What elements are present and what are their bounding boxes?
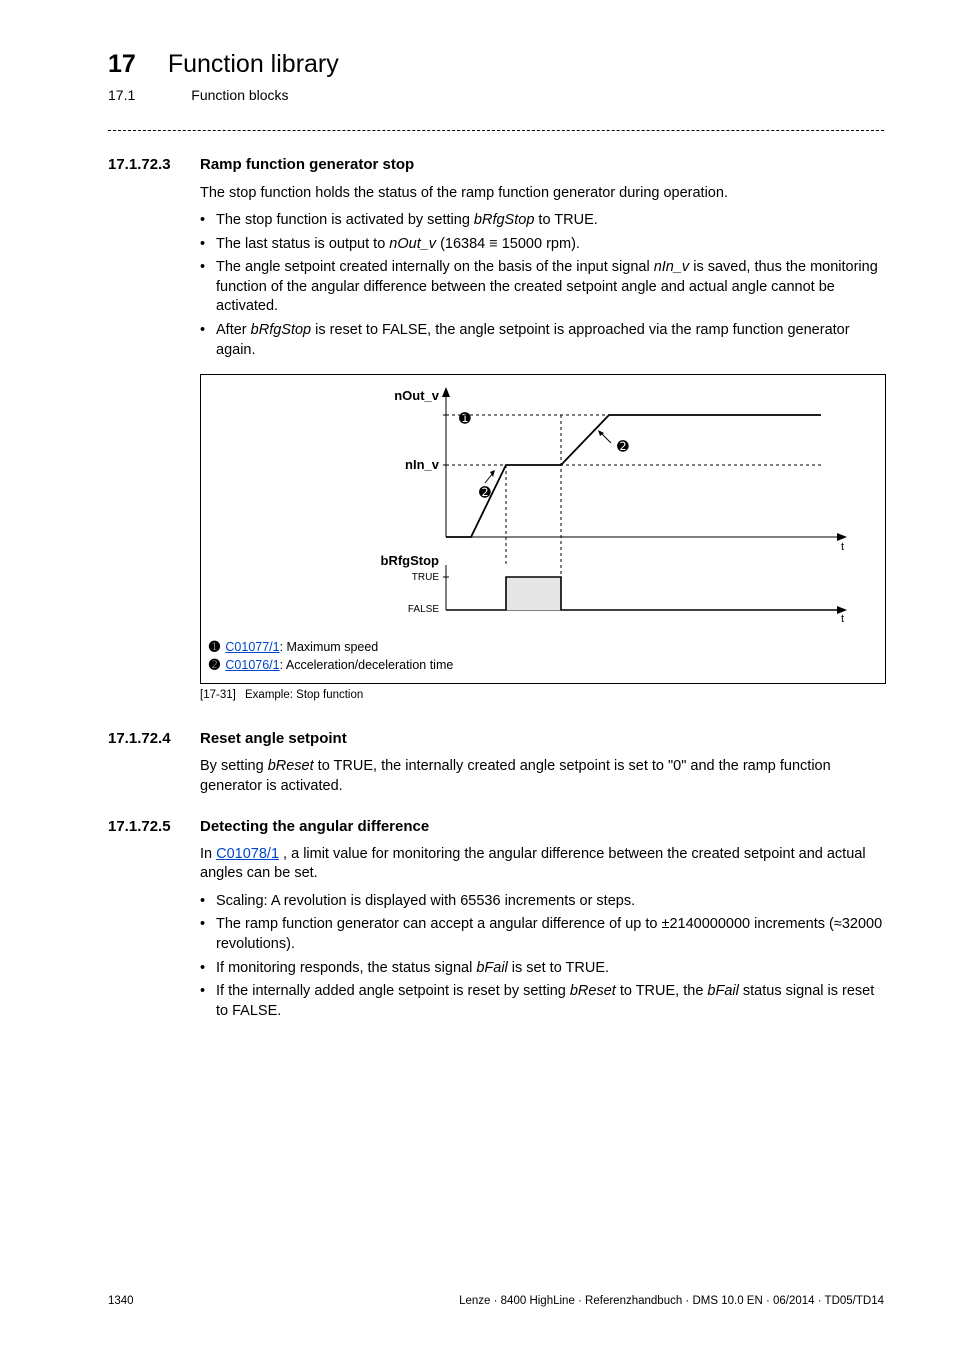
figure-legend: ➊ C01077/1: Maximum speed ➋ C01076/1: Ac… [201, 632, 885, 683]
figure-caption: [17-31] Example: Stop function [200, 688, 884, 704]
svg-text:➋: ➋ [617, 438, 629, 454]
list-item: After bRfgStop is reset to FALSE, the an… [200, 321, 884, 360]
svg-text:➋: ➋ [479, 484, 491, 500]
section-title: Function blocks [191, 86, 288, 105]
legend1-text: : Maximum speed [280, 640, 379, 654]
footer-meta: Lenze · 8400 HighLine · Referenzhandbuch… [459, 1294, 884, 1310]
legend-marker-1-icon: ➊ [209, 638, 220, 656]
label-true: TRUE [412, 572, 440, 583]
heading-number: 17.1.72.4 [108, 729, 200, 749]
page-number: 1340 [108, 1294, 134, 1310]
section1-body: The stop function holds the status of th… [200, 184, 884, 684]
stop-function-diagram: nOut_v t nIn_v ➊ ➋ [201, 375, 883, 625]
link-c01076[interactable]: C01076/1 [225, 658, 279, 672]
section1-intro: The stop function holds the status of th… [200, 184, 884, 204]
list-item: Scaling: A revolution is displayed with … [200, 892, 884, 912]
section-heading-2: 17.1.72.4 Reset angle setpoint [108, 729, 884, 749]
link-c01078[interactable]: C01078/1 [216, 846, 279, 862]
list-item: If the internally added angle setpoint i… [200, 982, 884, 1021]
section-heading-3: 17.1.72.5 Detecting the angular differen… [108, 817, 884, 837]
section-number: 17.1 [108, 86, 135, 105]
list-item: The ramp function generator can accept a… [200, 915, 884, 954]
link-c01077[interactable]: C01077/1 [225, 640, 279, 654]
axis-label-nin: nIn_v [405, 457, 440, 472]
list-item: If monitoring responds, the status signa… [200, 959, 884, 979]
axis-label-nout: nOut_v [394, 388, 440, 403]
marker-2b: ➋ [598, 430, 629, 454]
section3-list: Scaling: A revolution is displayed with … [200, 892, 884, 1021]
marker-1-icon: ➊ [459, 410, 471, 426]
marker-2a: ➋ [479, 470, 495, 500]
axis-label-t2: t [841, 613, 844, 625]
heading-title: Reset angle setpoint [200, 729, 347, 749]
section1-list: The stop function is activated by settin… [200, 211, 884, 360]
legend2-text: : Acceleration/deceleration time [280, 658, 454, 672]
heading-number: 17.1.72.5 [108, 817, 200, 837]
heading-title: Ramp function generator stop [200, 155, 414, 175]
list-item: The stop function is activated by settin… [200, 211, 884, 231]
page-footer: 1340 Lenze · 8400 HighLine · Referenzhan… [108, 1294, 884, 1310]
axis-label-brfgstop: bRfgStop [381, 553, 440, 568]
chapter-number: 17 [108, 48, 136, 82]
page-header: 17 Function library 17.1 Function blocks [108, 48, 884, 106]
list-item: The last status is output to nOut_v (163… [200, 235, 884, 255]
axis-label-t1: t [841, 541, 844, 553]
heading-title: Detecting the angular difference [200, 817, 429, 837]
chapter-title: Function library [168, 48, 339, 82]
figure-stop-function: nOut_v t nIn_v ➊ ➋ [200, 374, 886, 684]
legend-marker-2-icon: ➋ [209, 656, 220, 674]
label-false: FALSE [408, 604, 439, 615]
section3-body: In C01078/1 , a limit value for monitori… [200, 845, 884, 1022]
heading-number: 17.1.72.3 [108, 155, 200, 175]
header-divider [108, 130, 884, 131]
section2-body: By setting bReset to TRUE, the internall… [200, 757, 884, 796]
section-heading-1: 17.1.72.3 Ramp function generator stop [108, 155, 884, 175]
list-item: The angle setpoint created internally on… [200, 258, 884, 317]
